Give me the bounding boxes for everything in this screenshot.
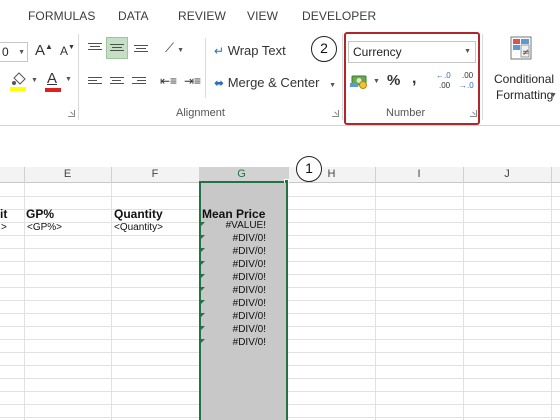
merge-center-icon: ⬌ bbox=[214, 76, 225, 90]
cell-g-value[interactable]: #DIV/0! bbox=[233, 246, 266, 257]
cell-g-value[interactable]: #DIV/0! bbox=[233, 337, 266, 348]
decrease-indent-button[interactable]: ⇤≡ bbox=[160, 74, 177, 88]
font-size-box[interactable]: 0 ▼ bbox=[0, 42, 28, 62]
error-indicator-icon bbox=[201, 326, 205, 330]
font-size-value: 0 bbox=[2, 45, 9, 59]
cell-f-placeholder[interactable]: <Quantity> bbox=[114, 222, 163, 233]
callout-2: 2 bbox=[311, 36, 337, 62]
error-indicator-icon bbox=[201, 261, 205, 265]
selected-column-g[interactable]: Mean Price #VALUE! #DIV/0! #DIV/0! #DIV/… bbox=[199, 183, 288, 420]
number-group-highlight bbox=[344, 32, 480, 125]
alignment-group-launcher-icon[interactable] bbox=[332, 110, 339, 117]
merge-dropdown-icon[interactable]: ▼ bbox=[329, 82, 336, 89]
error-indicator-icon bbox=[201, 300, 205, 304]
merge-center-button[interactable]: ⬌ Merge & Center ▼ bbox=[214, 75, 336, 90]
error-indicator-icon bbox=[201, 339, 205, 343]
error-indicator-icon bbox=[201, 274, 205, 278]
error-indicator-icon bbox=[201, 287, 205, 291]
grow-font-button[interactable]: A▲ bbox=[35, 42, 53, 59]
column-header-f[interactable]: F bbox=[111, 168, 199, 180]
cell-g-value[interactable]: #DIV/0! bbox=[233, 272, 266, 283]
svg-text:≠: ≠ bbox=[522, 48, 530, 58]
paint-bucket-icon bbox=[12, 72, 26, 85]
alignment-group-label: Alignment bbox=[176, 107, 225, 119]
orientation-icon: ⟋ bbox=[165, 40, 175, 55]
callout-1: 1 bbox=[296, 156, 322, 182]
increase-indent-icon: ⇥≡ bbox=[184, 74, 202, 88]
conditional-formatting-label-1: Conditional bbox=[494, 72, 555, 86]
fill-color-button[interactable]: ▼ bbox=[10, 72, 38, 94]
middle-align-icon bbox=[110, 44, 124, 56]
error-indicator-icon bbox=[201, 313, 205, 317]
align-right-icon[interactable] bbox=[132, 77, 146, 89]
tab-review[interactable]: REVIEW bbox=[178, 9, 226, 23]
error-indicator-icon bbox=[201, 235, 205, 239]
font-color-button[interactable]: A ▼ bbox=[44, 70, 74, 94]
cell-e-placeholder[interactable]: <GP%> bbox=[27, 222, 62, 233]
font-color-dropdown-icon[interactable]: ▼ bbox=[65, 76, 72, 83]
ribbon-separator bbox=[482, 34, 483, 120]
align-center-icon[interactable] bbox=[110, 77, 124, 89]
increase-indent-button[interactable]: ⇥≡ bbox=[184, 74, 201, 88]
tab-formulas[interactable]: FORMULAS bbox=[28, 9, 95, 23]
ribbon-tab-bar: FORMULAS DATA REVIEW VIEW DEVELOPER bbox=[0, 0, 560, 30]
orientation-button[interactable]: ⟋ ▼ bbox=[165, 40, 184, 56]
conditional-formatting-button[interactable]: ≠ Conditional Formatting ▼ bbox=[492, 34, 558, 106]
shrink-font-button[interactable]: A▼ bbox=[60, 44, 75, 58]
cell-g-value[interactable]: #DIV/0! bbox=[233, 233, 266, 244]
cell-d-header-partial[interactable]: it bbox=[0, 207, 7, 221]
top-align-icon[interactable] bbox=[88, 43, 102, 55]
cell-g-value[interactable]: #DIV/0! bbox=[233, 259, 266, 270]
column-header-i[interactable]: I bbox=[375, 168, 463, 180]
tab-developer[interactable]: DEVELOPER bbox=[302, 9, 376, 23]
cell-g-value[interactable]: #DIV/0! bbox=[233, 285, 266, 296]
orientation-dropdown-icon: ▼ bbox=[177, 47, 185, 54]
wrap-text-button[interactable]: ↵ Wrap Text bbox=[214, 43, 286, 58]
error-indicator-icon bbox=[201, 248, 205, 252]
error-indicator-icon bbox=[201, 222, 205, 226]
wrap-text-icon: ↵ bbox=[214, 44, 225, 58]
cell-e-header[interactable]: GP% bbox=[26, 207, 54, 221]
conditional-formatting-icon: ≠ bbox=[510, 36, 532, 60]
decrease-indent-icon: ⇤≡ bbox=[160, 74, 178, 88]
column-header-e[interactable]: E bbox=[24, 168, 111, 180]
formula-bar-area bbox=[0, 127, 560, 167]
wrap-text-label: Wrap Text bbox=[227, 43, 286, 58]
column-header-j[interactable]: J bbox=[463, 168, 551, 180]
cell-g-value[interactable]: #DIV/0! bbox=[233, 311, 266, 322]
font-group-launcher-icon[interactable] bbox=[68, 110, 75, 117]
tab-view[interactable]: VIEW bbox=[247, 9, 278, 23]
shrink-font-label: A bbox=[60, 44, 69, 58]
cell-g-header[interactable]: Mean Price bbox=[202, 207, 265, 221]
column-header-g: G bbox=[237, 168, 246, 180]
cell-f-header[interactable]: Quantity bbox=[114, 207, 163, 221]
column-divider bbox=[551, 167, 552, 183]
cell-g-value[interactable]: #VALUE! bbox=[226, 220, 266, 231]
font-color-letter: A bbox=[47, 70, 58, 87]
bottom-align-icon[interactable] bbox=[134, 45, 148, 57]
g-values-block: #VALUE! #DIV/0! #DIV/0! #DIV/0! #DIV/0! … bbox=[201, 220, 286, 353]
font-size-dropdown-icon[interactable]: ▼ bbox=[18, 49, 25, 56]
cell-g-value[interactable]: #DIV/0! bbox=[233, 324, 266, 335]
middle-align-button[interactable] bbox=[106, 37, 128, 59]
conditional-formatting-dropdown-icon: ▼ bbox=[550, 92, 557, 99]
align-left-icon[interactable] bbox=[88, 77, 102, 89]
merge-center-label: Merge & Center bbox=[227, 75, 320, 90]
tab-data[interactable]: DATA bbox=[118, 9, 149, 23]
cell-d-placeholder-partial[interactable]: > bbox=[1, 222, 7, 233]
ribbon-separator bbox=[205, 38, 206, 98]
fill-color-dropdown-icon[interactable]: ▼ bbox=[31, 77, 38, 84]
ribbon-separator bbox=[78, 34, 79, 120]
cell-g-value[interactable]: #DIV/0! bbox=[233, 298, 266, 309]
column-header-g-selected[interactable]: G bbox=[199, 167, 288, 183]
grow-font-label: A bbox=[35, 42, 46, 59]
conditional-formatting-label-2: Formatting bbox=[496, 88, 554, 102]
ribbon-separator bbox=[342, 34, 343, 120]
